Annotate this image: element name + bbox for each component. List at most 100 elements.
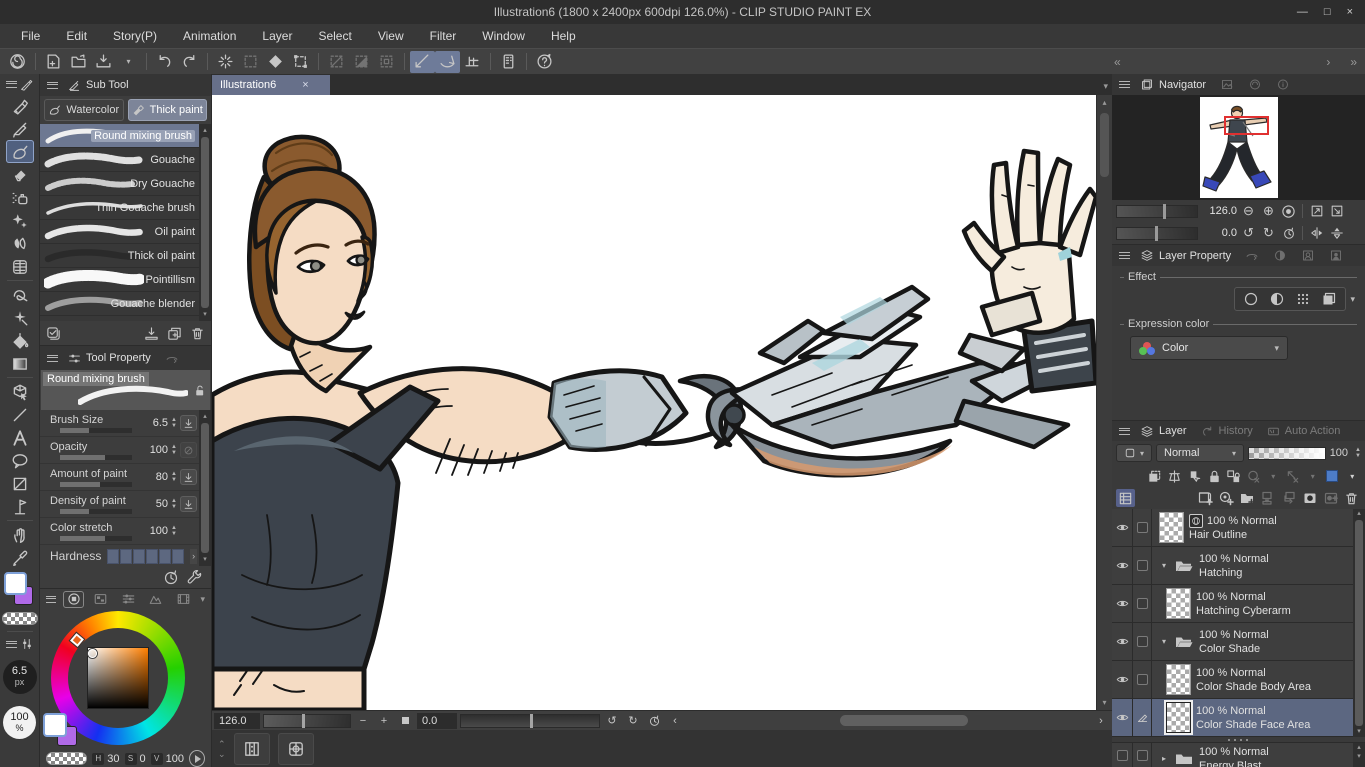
layer-color-effect-icon[interactable] [1321, 291, 1337, 307]
menu-animation[interactable]: Animation [170, 25, 249, 47]
property-value[interactable]: 50 [140, 498, 168, 510]
information-tab[interactable] [1272, 74, 1294, 95]
transfer-to-lower-layer-icon[interactable] [1258, 489, 1277, 507]
navigator-rotate-right-icon[interactable]: ↻ [1260, 225, 1277, 242]
eyedropper-tool-icon[interactable] [6, 546, 34, 569]
lower-bar-down-icon[interactable]: ⌄ [218, 749, 226, 759]
brush-item-oil-paint[interactable]: Oil paint [40, 220, 211, 244]
brush-item-thick-oil-paint[interactable]: Thick oil paint [40, 244, 211, 268]
gradient-tool-icon[interactable] [6, 352, 34, 375]
stepper-icon[interactable]: ▲▼ [171, 472, 177, 483]
stepper-icon[interactable]: ▲▼ [171, 499, 177, 510]
color-panel-menu-icon[interactable] [46, 596, 56, 603]
layer-checkbox[interactable] [1137, 560, 1148, 571]
tab-color-set[interactable] [91, 591, 111, 608]
layer-row-hatching-folder[interactable]: ▾ 100 % Normal Hatching [1112, 547, 1365, 585]
save-dropdown-chevron-icon[interactable]: ▾ [116, 51, 141, 73]
transparent-color-swatch[interactable] [2, 612, 38, 625]
undo-icon[interactable] [152, 51, 177, 73]
reference-layer-icon[interactable] [1185, 467, 1203, 485]
layer-row-color-shade-folder[interactable]: ▾ 100 % Normal Color Shade [1112, 623, 1365, 661]
new-raster-layer-icon[interactable] [1195, 489, 1214, 507]
ruler-layer-icon[interactable] [1284, 467, 1302, 485]
sv-cursor[interactable] [88, 649, 97, 658]
property-value[interactable]: 80 [140, 471, 168, 483]
selection-fill-icon[interactable] [349, 51, 374, 73]
airbrush-tool-icon[interactable] [6, 186, 34, 209]
fit-to-window-icon[interactable] [1328, 203, 1345, 220]
property-row-opacity[interactable]: Opacity 100 ▲▼ [40, 437, 211, 464]
face-parts-tab[interactable] [1297, 245, 1319, 266]
sub-view-tab[interactable] [1216, 74, 1238, 95]
tone-effect-icon[interactable] [1295, 291, 1311, 307]
navigator-thumbnail[interactable] [1200, 97, 1278, 198]
tab-watercolor[interactable]: Watercolor [44, 99, 124, 121]
unlock-icon[interactable] [193, 384, 206, 397]
pencil-tool-icon[interactable] [6, 117, 34, 140]
property-row-hardness[interactable]: Hardness › [40, 545, 211, 566]
flip-vertical-icon[interactable] [1328, 225, 1345, 242]
menu-filter[interactable]: Filter [417, 25, 470, 47]
document-tab-close-icon[interactable]: × [302, 79, 308, 91]
line-correct-tool-icon[interactable] [6, 403, 34, 426]
duplicate-subtool-icon[interactable] [167, 326, 182, 341]
saturation-value-square[interactable] [87, 647, 149, 709]
extract-line-icon[interactable] [1269, 291, 1285, 307]
selection-tool-icon[interactable] [6, 283, 34, 306]
decoration-tool-icon[interactable] [6, 209, 34, 232]
layer-property-menu-icon[interactable] [1119, 252, 1130, 259]
flip-horizontal-icon[interactable] [1308, 225, 1325, 242]
create-layer-mask-icon[interactable] [1300, 489, 1319, 507]
stepper-icon[interactable]: ▲▼ [1355, 448, 1361, 459]
layer-panel-menu-icon[interactable] [1119, 428, 1130, 435]
menu-layer[interactable]: Layer [249, 25, 305, 47]
tool-property-menu-icon[interactable] [47, 355, 58, 362]
snap-to-special-ruler-icon[interactable] [435, 51, 460, 73]
apply-mask-icon[interactable] [1321, 489, 1340, 507]
navigator-rotate-slider[interactable] [1116, 227, 1198, 240]
enable-mask-icon[interactable] [1245, 467, 1263, 485]
menu-help[interactable]: Help [538, 25, 589, 47]
layer-checkbox[interactable] [1137, 750, 1148, 761]
layer-row-hatching-cyberarm[interactable]: 100 % Normal Hatching Cyberarm [1112, 585, 1365, 623]
opacity-slider[interactable] [60, 455, 132, 460]
color-panel-collapse-chevron-icon[interactable]: ▾ [200, 594, 205, 605]
blend-mode-dropdown[interactable]: Normal ▾ [1156, 444, 1244, 462]
clip-to-layer-below-icon[interactable] [1146, 467, 1164, 485]
eraser-tool-icon[interactable] [6, 163, 34, 186]
text-tool-icon[interactable] [6, 426, 34, 449]
fit-to-screen-icon[interactable] [1308, 203, 1325, 220]
save-icon[interactable] [91, 51, 116, 73]
main-color-swatch[interactable] [43, 713, 67, 737]
snap-to-grid-icon[interactable] [460, 51, 485, 73]
brush-item-round-mixing[interactable]: Round mixing brush [40, 124, 211, 148]
layer-opacity-slider[interactable] [1248, 447, 1326, 460]
import-subtool-icon[interactable] [144, 326, 159, 341]
lock-transparent-pixels-icon[interactable] [1225, 467, 1243, 485]
zoom-out-icon[interactable]: − [354, 713, 372, 729]
tab-approximate-color[interactable] [146, 591, 166, 608]
object-tool-icon[interactable] [6, 380, 34, 403]
selection-rect-icon[interactable] [324, 51, 349, 73]
navigator-zoom-out-icon[interactable]: ⊖ [1240, 203, 1257, 220]
navigator-preview[interactable] [1112, 95, 1365, 200]
rotate-reset-icon[interactable] [645, 713, 663, 729]
folder-expand-chevron-icon[interactable]: ▸ [1159, 754, 1169, 763]
folder-collapse-chevron-icon[interactable]: ▾ [1159, 637, 1169, 646]
menu-edit[interactable]: Edit [53, 25, 100, 47]
collapse-right-dock-icon[interactable]: « [1114, 55, 1121, 69]
layer-tab[interactable]: Layer [1136, 421, 1191, 441]
brush-opacity-indicator[interactable]: 100 % [3, 706, 36, 739]
maximize-button[interactable]: □ [1324, 6, 1331, 18]
auto-action-tab[interactable]: Auto Action [1263, 421, 1345, 441]
canvas-horizontal-scrollbar[interactable] [689, 714, 1087, 728]
brush-size-panel-menu-icon[interactable] [6, 641, 17, 648]
eye-icon[interactable] [1115, 673, 1130, 686]
timeline-toggle-button[interactable] [234, 733, 270, 765]
folder-collapse-chevron-icon[interactable]: ▾ [1159, 561, 1169, 570]
menu-view[interactable]: View [365, 25, 417, 47]
delete-subtool-icon[interactable] [190, 326, 205, 341]
lower-bar-up-icon[interactable]: ⌃ [218, 739, 226, 749]
border-effect-icon[interactable] [1243, 291, 1259, 307]
auto-select-tool-icon[interactable] [6, 306, 34, 329]
